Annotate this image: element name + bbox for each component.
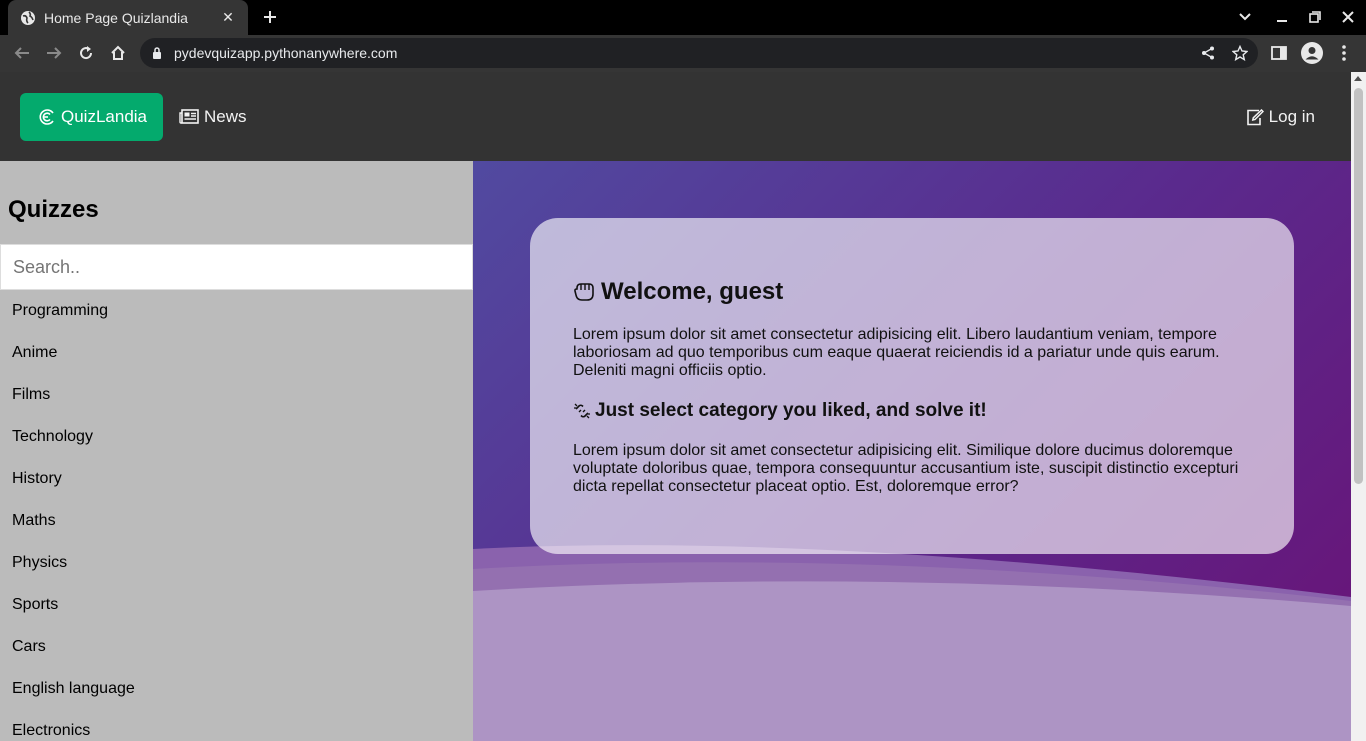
hero-section: Welcome, guest Lorem ipsum dolor sit ame… bbox=[473, 161, 1351, 741]
instructions-paragraph: Lorem ipsum dolor sit amet consectetur a… bbox=[573, 442, 1239, 495]
globe-icon bbox=[20, 10, 36, 26]
close-window-button[interactable] bbox=[1336, 5, 1360, 29]
welcome-heading-text: Welcome, guest bbox=[601, 278, 784, 305]
brand-button[interactable]: QuizLandia bbox=[20, 93, 164, 141]
restore-window-button[interactable] bbox=[1303, 5, 1327, 29]
side-panel-icon[interactable] bbox=[1267, 41, 1291, 65]
share-icon[interactable] bbox=[1199, 44, 1217, 62]
minimize-window-button[interactable] bbox=[1270, 5, 1294, 29]
category-item[interactable]: Technology bbox=[0, 416, 473, 458]
back-button[interactable] bbox=[10, 41, 34, 65]
newspaper-icon bbox=[179, 109, 204, 125]
select-category-text: Just select category you liked, and solv… bbox=[595, 400, 987, 421]
forward-button[interactable] bbox=[42, 41, 66, 65]
quiz-logo-icon bbox=[38, 108, 61, 126]
category-item[interactable]: Sports bbox=[0, 584, 473, 626]
category-item[interactable]: Films bbox=[0, 374, 473, 416]
category-item[interactable]: English language bbox=[0, 668, 473, 710]
url-text: pydevquizapp.pythonanywhere.com bbox=[174, 45, 398, 61]
category-item[interactable]: Anime bbox=[0, 332, 473, 374]
close-tab-icon[interactable]: ✕ bbox=[220, 9, 236, 26]
category-item[interactable]: Physics bbox=[0, 542, 473, 584]
new-tab-button[interactable] bbox=[258, 5, 282, 29]
login-link[interactable]: Log in bbox=[1246, 93, 1315, 141]
lock-icon bbox=[152, 47, 162, 59]
search-input[interactable] bbox=[0, 244, 473, 290]
browser-tab-bar: Home Page Quizlandia ✕ bbox=[0, 0, 1366, 35]
bookmark-star-icon[interactable] bbox=[1231, 44, 1249, 62]
category-item[interactable]: Electronics bbox=[0, 710, 473, 741]
address-bar[interactable]: pydevquizapp.pythonanywhere.com bbox=[140, 38, 1258, 68]
login-label: Log in bbox=[1268, 107, 1315, 126]
browser-tab[interactable]: Home Page Quizlandia ✕ bbox=[8, 0, 248, 35]
reload-button[interactable] bbox=[74, 41, 98, 65]
category-item[interactable]: History bbox=[0, 458, 473, 500]
news-link[interactable]: News bbox=[179, 93, 247, 141]
home-button[interactable] bbox=[106, 41, 130, 65]
page-scrollbar[interactable] bbox=[1351, 72, 1366, 741]
browser-toolbar: pydevquizapp.pythonanywhere.com bbox=[0, 35, 1366, 72]
site-navbar: QuizLandia News Log in bbox=[0, 72, 1351, 161]
welcome-card: Welcome, guest Lorem ipsum dolor sit ame… bbox=[530, 218, 1294, 554]
welcome-paragraph: Lorem ipsum dolor sit amet consectetur a… bbox=[573, 326, 1220, 379]
browser-menu-icon[interactable] bbox=[1332, 41, 1356, 65]
welcome-heading: Welcome, guest bbox=[573, 278, 1251, 306]
news-label: News bbox=[204, 107, 247, 126]
quiz-sidebar: Quizzes ProgrammingAnimeFilmsTechnologyH… bbox=[0, 161, 473, 741]
sidebar-title: Quizzes bbox=[8, 196, 99, 223]
category-item[interactable]: Maths bbox=[0, 500, 473, 542]
scroll-up-arrow-icon[interactable] bbox=[1354, 76, 1362, 81]
broken-link-icon bbox=[573, 402, 595, 420]
category-list: Programming Anime Films Technology History Ma… bbox=[0, 290, 473, 741]
category-item[interactable]: Cars bbox=[0, 626, 473, 668]
page-viewport: QuizLandia News Log in Quizzes Programmi… bbox=[0, 72, 1351, 741]
scrollbar-thumb[interactable] bbox=[1354, 88, 1363, 484]
select-category-heading: Just select category you liked, and solv… bbox=[573, 400, 1251, 422]
edit-icon bbox=[1246, 108, 1269, 126]
tab-title: Home Page Quizlandia bbox=[44, 9, 188, 26]
profile-avatar-icon[interactable] bbox=[1300, 41, 1324, 65]
brand-label: QuizLandia bbox=[61, 107, 148, 126]
category-item[interactable]: Programming bbox=[0, 290, 473, 332]
hand-icon bbox=[573, 281, 601, 303]
tab-search-chevron-down-icon[interactable] bbox=[1233, 5, 1257, 29]
